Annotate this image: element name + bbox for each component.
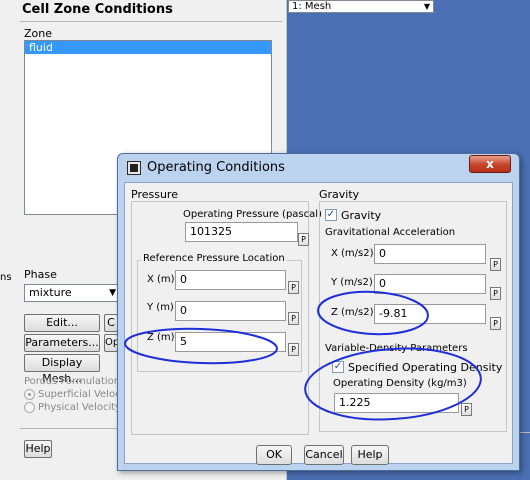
display-mesh-button[interactable]: Display Mesh... — [24, 354, 100, 385]
gravity-checkbox[interactable]: ✓ — [325, 209, 337, 221]
cancel-button[interactable]: Cancel — [304, 445, 344, 465]
specified-density-checkbox[interactable]: ✓ — [332, 361, 344, 373]
parameter-button[interactable]: P — [288, 343, 299, 356]
parameter-button[interactable]: P — [461, 403, 472, 416]
chevron-down-icon: ▼ — [423, 2, 430, 11]
view-value: 1: Mesh — [292, 1, 332, 12]
parameter-button[interactable]: P — [288, 312, 299, 325]
radio-label: Physical Velocity — [38, 402, 122, 413]
ref-y-label: Y (m) — [147, 302, 174, 313]
gravitational-acceleration-title: Gravitational Acceleration — [325, 227, 456, 238]
gravity-y-input[interactable]: 0 — [374, 274, 486, 294]
parameters-button[interactable]: Parameters... — [24, 334, 100, 352]
zone-item-fluid[interactable]: fluid — [25, 41, 271, 54]
dialog-titlebar[interactable]: Operating Conditions x — [118, 154, 519, 182]
dialog-body: Pressure Operating Pressure (pascal) 101… — [124, 182, 513, 464]
phase-label: Phase — [24, 268, 57, 281]
phase-value: mixture — [29, 286, 72, 299]
divider — [20, 21, 282, 22]
phase-dropdown[interactable]: mixture ▼ — [24, 284, 120, 302]
gravity-z-label: Z (m/s2) — [331, 307, 374, 318]
ref-x-input[interactable]: 0 — [175, 270, 286, 290]
help-button[interactable]: Help — [24, 440, 52, 458]
cut-off-label: ns — [0, 272, 12, 283]
parameter-button[interactable]: P — [288, 281, 299, 294]
parameter-button[interactable]: P — [490, 258, 501, 271]
panel-title: Cell Zone Conditions — [22, 2, 173, 17]
help-button[interactable]: Help — [351, 445, 389, 465]
copy-button[interactable]: C — [104, 314, 118, 332]
operating-pressure-label: Operating Pressure (pascal) — [183, 209, 322, 220]
parameter-button[interactable]: P — [490, 287, 501, 300]
gravity-z-input[interactable]: -9.81 — [374, 304, 486, 324]
gravity-x-input[interactable]: 0 — [374, 244, 486, 264]
operating-conditions-button[interactable]: Op — [104, 334, 119, 352]
chevron-down-icon: ▼ — [109, 288, 116, 298]
close-button[interactable]: x — [469, 155, 511, 173]
dialog-title: Operating Conditions — [147, 160, 285, 175]
parameter-button[interactable]: P — [490, 317, 501, 330]
ref-y-input[interactable]: 0 — [175, 301, 286, 321]
gravity-x-label: X (m/s2) — [331, 248, 374, 259]
operating-density-label: Operating Density (kg/m3) — [333, 378, 467, 389]
graphics-view-dropdown[interactable]: 1: Mesh ▼ — [288, 0, 434, 13]
gravity-y-label: Y (m/s2) — [331, 277, 373, 288]
parameter-button[interactable]: P — [298, 233, 309, 246]
operating-density-input[interactable]: 1.225 — [334, 393, 459, 413]
zone-label: Zone — [24, 27, 53, 40]
ok-button[interactable]: OK — [256, 445, 292, 465]
gravity-checkbox-label: Gravity — [341, 209, 382, 222]
radio-icon — [24, 402, 35, 413]
reference-location-title: Reference Pressure Location — [141, 253, 287, 264]
edit-button[interactable]: Edit... — [24, 314, 100, 332]
specified-density-label: Specified Operating Density — [348, 361, 503, 374]
variable-density-title: Variable-Density Parameters — [325, 343, 468, 354]
porous-formulation-label: Porous Formulation — [24, 376, 121, 387]
operating-conditions-dialog: Operating Conditions x Pressure Operatin… — [117, 153, 520, 471]
pressure-group-title: Pressure — [131, 188, 178, 201]
ref-z-label: Z (m) — [147, 332, 175, 343]
ref-z-input[interactable]: 5 — [175, 332, 286, 352]
gravity-group-title: Gravity — [319, 188, 360, 201]
radio-physical-velocity[interactable]: Physical Velocity — [24, 402, 121, 413]
radio-icon — [24, 389, 35, 400]
operating-pressure-input[interactable]: 101325 — [185, 222, 298, 242]
ref-x-label: X (m) — [147, 274, 175, 285]
app-window-icon — [127, 161, 141, 175]
